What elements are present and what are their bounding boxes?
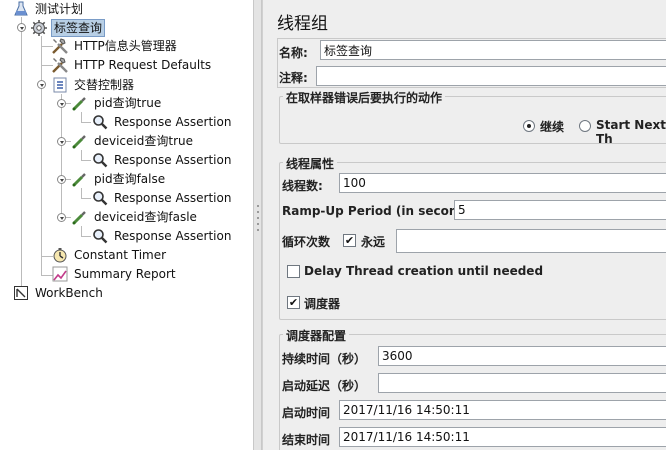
forever-checkbox[interactable]: ✔: [343, 234, 356, 247]
tree-label: HTTP Request Defaults: [74, 58, 212, 72]
expand-toggle-sampler-4[interactable]: [57, 213, 66, 222]
scheduler-checkbox[interactable]: ✔: [287, 296, 300, 309]
duration-label: 持续时间（秒）: [282, 352, 367, 366]
panel-title: 线程组: [277, 14, 328, 34]
magnifier-icon: [91, 113, 109, 131]
expand-toggle-sampler-2[interactable]: [57, 137, 66, 146]
tree-node-thread-group[interactable]: 标签查询: [30, 19, 106, 37]
tree-label: deviceid查询true: [94, 134, 193, 148]
pipette-icon: [71, 208, 89, 226]
tree-node-request-defaults[interactable]: HTTP Request Defaults: [51, 56, 213, 74]
tree-label: deviceid查询fasle: [94, 210, 197, 224]
startup-delay-label: 启动延迟（秒）: [282, 379, 367, 393]
tree-label: 测试计划: [35, 2, 84, 16]
delay-thread-label: Delay Thread creation until needed: [304, 264, 544, 278]
tree-node-workbench[interactable]: WorkBench: [12, 284, 105, 302]
tree-node-header-manager[interactable]: HTTP信息头管理器: [51, 37, 179, 55]
magnifier-icon: [91, 189, 109, 207]
stopwatch-icon: [51, 246, 69, 264]
duration-field[interactable]: [378, 346, 666, 366]
tree-label: 标签查询: [51, 19, 106, 37]
tree-label: Response Assertion: [114, 191, 232, 205]
magnifier-icon: [91, 227, 109, 245]
tools-icon: [51, 56, 69, 74]
scheduler-label: 调度器: [304, 297, 341, 311]
continue-radio[interactable]: [523, 120, 535, 132]
flask-icon: [12, 0, 30, 18]
tree-node-test-plan[interactable]: 测试计划: [12, 0, 85, 18]
continue-label: 继续: [540, 120, 565, 134]
tree-label: 交替控制器: [74, 78, 135, 92]
thread-group-panel: 线程组 名称: 注释: 在取样器错误后要执行的动作 继续 Start Next …: [262, 0, 666, 450]
name-field[interactable]: [320, 40, 666, 60]
tree-label: Constant Timer: [74, 248, 167, 262]
tree-label: Response Assertion: [114, 153, 232, 167]
name-label: 名称:: [279, 46, 308, 60]
startup-delay-field[interactable]: [378, 373, 666, 393]
tree-node-sampler[interactable]: pid查询true: [71, 94, 163, 112]
tree-label: Summary Report: [74, 267, 176, 281]
pipette-icon: [71, 170, 89, 188]
end-time-field[interactable]: [339, 427, 666, 447]
tree-node-response-assertion[interactable]: Response Assertion: [91, 113, 233, 131]
delay-thread-checkbox[interactable]: [287, 265, 300, 278]
on-error-title: 在取样器错误后要执行的动作: [283, 89, 446, 106]
pipette-icon: [71, 94, 89, 112]
comment-label: 注释:: [279, 71, 308, 85]
num-threads-label: 线程数:: [282, 179, 323, 193]
num-threads-field[interactable]: [339, 173, 666, 193]
tree-node-response-assertion[interactable]: Response Assertion: [91, 151, 233, 169]
tree-label: WorkBench: [35, 286, 103, 300]
end-time-label: 结束时间: [282, 433, 331, 447]
chart-icon: [51, 265, 69, 283]
tree-node-sampler[interactable]: deviceid查询fasle: [71, 208, 199, 226]
tools-icon: [51, 37, 69, 55]
expand-toggle-interleave[interactable]: [37, 80, 46, 89]
scheduler-title: 调度器配置: [283, 327, 350, 344]
panel-splitter[interactable]: [253, 0, 262, 450]
workbench-icon: [12, 284, 30, 302]
magnifier-icon: [91, 151, 109, 169]
forever-label: 永远: [361, 235, 386, 249]
tree-node-response-assertion[interactable]: Response Assertion: [91, 189, 233, 207]
tree-node-interleave-controller[interactable]: 交替控制器: [51, 76, 136, 94]
rampup-field[interactable]: [454, 200, 666, 220]
test-plan-tree[interactable]: 测试计划 标签查询 HTTP信息头管理器 HTTP Request Defaul…: [0, 0, 253, 450]
start-time-field[interactable]: [339, 400, 666, 420]
pipette-icon: [71, 132, 89, 150]
expand-toggle-sampler-3[interactable]: [57, 175, 66, 184]
loop-count-field[interactable]: [396, 229, 666, 253]
expand-toggle-sampler-1[interactable]: [57, 99, 66, 108]
thread-props-title: 线程属性: [283, 155, 338, 172]
expand-toggle-thread-group[interactable]: [17, 23, 26, 32]
tree-label: pid查询true: [94, 96, 162, 110]
tree-node-sampler[interactable]: deviceid查询true: [71, 132, 195, 150]
tree-label: Response Assertion: [114, 115, 232, 129]
tree-node-summary-report[interactable]: Summary Report: [51, 265, 178, 283]
tree-label: pid查询false: [94, 172, 166, 186]
tree-node-sampler[interactable]: pid查询false: [71, 170, 167, 188]
start-next-radio[interactable]: [579, 120, 591, 132]
start-next-label: Start Next Th: [596, 118, 666, 146]
loop-count-label: 循环次数: [282, 235, 331, 249]
controller-icon: [51, 76, 69, 94]
comment-field[interactable]: [316, 66, 666, 86]
tree-node-response-assertion[interactable]: Response Assertion: [91, 227, 233, 245]
tree-label: Response Assertion: [114, 229, 232, 243]
gear-icon: [30, 19, 48, 37]
start-time-label: 启动时间: [282, 406, 331, 420]
tree-node-constant-timer[interactable]: Constant Timer: [51, 246, 168, 264]
tree-label: HTTP信息头管理器: [74, 39, 177, 53]
